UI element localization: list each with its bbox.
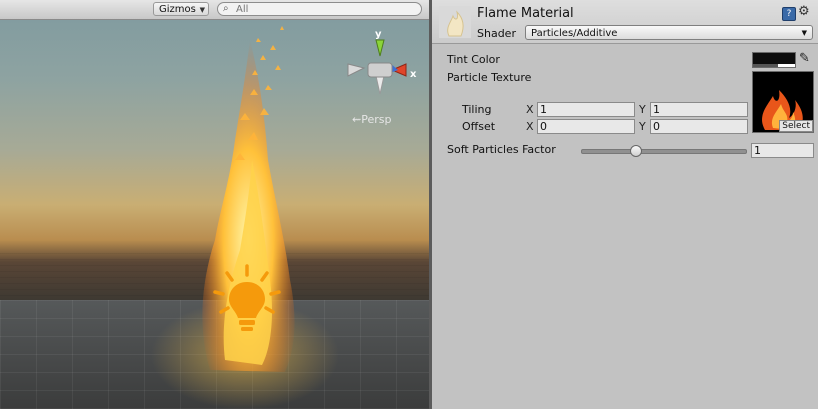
texture-select-button[interactable]: Select <box>779 120 813 132</box>
gear-icon[interactable]: ⚙ <box>798 4 810 19</box>
orientation-gizmo[interactable]: y x <box>342 28 422 108</box>
tint-alpha-bar-fill <box>753 64 779 67</box>
scene-toolbar: Gizmos ▼ ⌕ <box>0 0 429 20</box>
scene-view[interactable]: y x ⇜Persp Gizmos ▼ ⌕ <box>0 0 429 409</box>
soft-particles-label: Soft Particles Factor <box>447 143 556 156</box>
offset-x-field[interactable]: 0 <box>537 119 635 134</box>
scene-search[interactable]: ⌕ <box>217 2 422 16</box>
tiling-y-field[interactable]: 1 <box>650 102 748 117</box>
gizmos-label: Gizmos <box>159 4 196 15</box>
eyedropper-icon[interactable]: ✎ <box>799 51 810 66</box>
persp-label[interactable]: ⇜Persp <box>352 113 391 126</box>
shader-label: Shader <box>477 27 516 40</box>
tint-color-label: Tint Color <box>447 53 500 66</box>
search-input[interactable] <box>236 3 406 15</box>
shader-value: Particles/Additive <box>531 28 618 39</box>
tiling-label: Tiling <box>462 103 492 116</box>
material-preview-icon <box>439 6 471 38</box>
particle-texture-label: Particle Texture <box>447 71 532 84</box>
particle-texture-slot[interactable]: Select <box>752 71 814 133</box>
tiling-x-field[interactable]: 1 <box>537 102 635 117</box>
offset-y-label: Y <box>639 120 646 133</box>
dropdown-arrow-icon: ▼ <box>801 29 807 37</box>
inspector-panel: Flame Material ? ⚙ Shader Particles/Addi… <box>432 0 818 409</box>
tiling-x-label: X <box>526 103 534 116</box>
gizmos-dropdown[interactable]: Gizmos ▼ <box>153 2 209 16</box>
soft-particles-field[interactable]: 1 <box>751 143 814 158</box>
soft-particles-slider-thumb[interactable] <box>629 145 642 157</box>
shader-dropdown[interactable]: Particles/Additive ▼ <box>525 25 813 40</box>
help-icon[interactable]: ? <box>782 7 796 21</box>
light-bulb-icon[interactable] <box>207 262 287 342</box>
material-header: Flame Material ? ⚙ Shader Particles/Addi… <box>432 0 818 44</box>
tint-color-swatch[interactable] <box>752 52 796 68</box>
material-name: Flame Material <box>477 6 574 21</box>
dropdown-arrow-icon: ▼ <box>199 6 205 14</box>
tiling-y-label: Y <box>639 103 646 116</box>
axis-x-label: x <box>410 69 417 80</box>
search-icon: ⌕ <box>223 3 229 14</box>
axis-y-label: y <box>375 29 382 40</box>
offset-x-label: X <box>526 120 534 133</box>
soft-particles-slider-track[interactable] <box>581 149 747 154</box>
offset-label: Offset <box>462 120 496 133</box>
offset-y-field[interactable]: 0 <box>650 119 748 134</box>
